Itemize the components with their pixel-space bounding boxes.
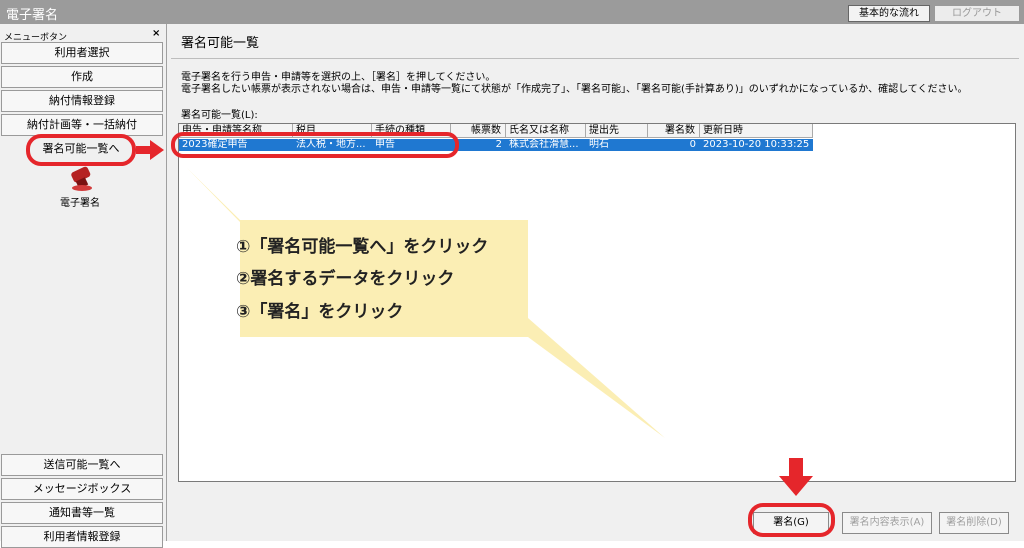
seal-stamp-icon[interactable] <box>68 166 96 192</box>
description-line-2: 電子署名したい帳票が表示されない場合は、申告・申請等一覧にて状態が「作成完了」、… <box>181 84 968 95</box>
sign-button[interactable]: 署名(G) <box>753 512 829 534</box>
cell-forms: 2 <box>495 139 502 150</box>
column-header-name[interactable]: 申告・申請等名称 <box>179 124 293 138</box>
window-title: 電子署名 <box>6 8 59 23</box>
sidebar-item-create[interactable]: 作成 <box>1 66 163 88</box>
column-header-company[interactable]: 氏名又は名称 <box>506 124 586 138</box>
sidebar-item-payment-info[interactable]: 納付情報登録 <box>1 90 163 112</box>
sidebar-item-user-select[interactable]: 利用者選択 <box>1 42 163 64</box>
digital-signature-label: 電子署名 <box>60 198 100 209</box>
logout-button[interactable]: ログアウト <box>934 5 1020 22</box>
cell-name: 2023確定申告 <box>182 139 248 150</box>
cell-procedure: 申告 <box>375 139 395 150</box>
sidebar-item-message-box[interactable]: メッセージボックス <box>1 478 163 500</box>
delete-signature-button[interactable]: 署名削除(D) <box>939 512 1009 534</box>
cell-tax: 法人税・地方... <box>296 139 366 150</box>
sidebar-item-payment-plan[interactable]: 納付計画等・一括納付 <box>1 114 163 136</box>
show-signature-button[interactable]: 署名内容表示(A) <box>842 512 932 534</box>
sidebar-item-send-list[interactable]: 送信可能一覧へ <box>1 454 163 476</box>
cell-signatures: 0 <box>689 139 696 150</box>
list-label: 署名可能一覧(L): <box>181 110 258 121</box>
sidebar: メニューボタン × 利用者選択 作成 納付情報登録 納付計画等・一括納付 署名可… <box>0 24 167 548</box>
sidebar-item-user-info[interactable]: 利用者情報登録 <box>1 526 163 548</box>
column-header-updated[interactable]: 更新日時 <box>700 124 813 138</box>
cell-updated: 2023-10-20 10:33:25 <box>703 139 810 150</box>
cell-office: 明石 <box>589 139 609 150</box>
callout-step-1: ①「署名可能一覧へ」をクリック <box>236 237 489 257</box>
divider <box>171 58 1019 59</box>
callout-step-3: ③「署名」をクリック <box>236 302 404 322</box>
sidebar-item-notices[interactable]: 通知書等一覧 <box>1 502 163 524</box>
column-header-signatures[interactable]: 署名数 <box>648 124 700 138</box>
cell-company: 株式会社滑慧... <box>509 139 579 150</box>
column-header-tax[interactable]: 税目 <box>293 124 372 138</box>
close-icon[interactable]: × <box>152 28 160 39</box>
basic-flow-button[interactable]: 基本的な流れ <box>848 5 930 22</box>
table-row[interactable]: 2023確定申告 法人税・地方... 申告 2 株式会社滑慧... 明石 0 2… <box>179 139 813 151</box>
column-header-procedure[interactable]: 手続の種類 <box>372 124 451 138</box>
column-header-forms[interactable]: 帳票数 <box>451 124 506 138</box>
title-bar: 電子署名 基本的な流れ ログアウト <box>0 0 1024 24</box>
sidebar-item-sign-list[interactable]: 署名可能一覧へ <box>30 139 132 159</box>
callout-step-2: ②署名するデータをクリック <box>236 269 455 289</box>
page-title: 署名可能一覧 <box>181 36 260 51</box>
column-header-office[interactable]: 提出先 <box>586 124 648 138</box>
